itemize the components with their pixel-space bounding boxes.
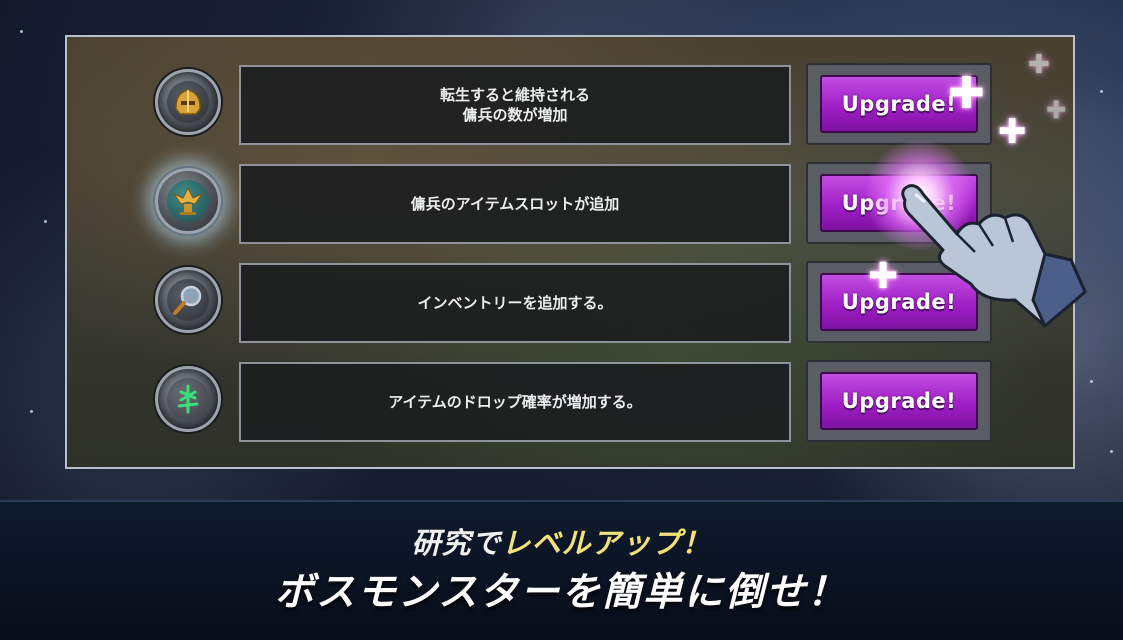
caption-highlight-text: レベルアップ！ [501, 526, 712, 560]
star-particle [1090, 380, 1093, 383]
research-row: アイテムのドロップ確率が増加する。 Upgrade! [67, 360, 1073, 448]
sparkle-icon: ✚ [868, 256, 899, 297]
star-particle [44, 220, 47, 223]
pointing-gauntlet-hand-icon [901, 184, 1087, 328]
green-rune-icon [155, 366, 221, 432]
description-line: インベントリーを追加する。 [417, 294, 613, 312]
caption-plain-text: 研究で [411, 526, 502, 560]
research-description: 傭兵のアイテムスロットが追加 [239, 164, 791, 244]
icon-inner [167, 378, 209, 420]
sparkle-icon: ✚ [1046, 96, 1067, 124]
sparkle-icon: ✚ [998, 112, 1027, 152]
icon-inner [167, 180, 209, 222]
description-line: 傭兵の数が増加 [462, 106, 568, 124]
golden-eagle-statue-icon [155, 168, 221, 234]
star-particle [1100, 90, 1103, 93]
description-line: アイテムのドロップ確率が増加する。 [388, 393, 642, 411]
upgrade-button[interactable]: Upgrade! [820, 372, 978, 430]
description-line: 転生すると維持される [439, 86, 590, 104]
star-particle [1110, 450, 1113, 453]
star-particle [20, 30, 23, 33]
research-description: アイテムのドロップ確率が増加する。 [239, 362, 791, 442]
sparkle-icon: ✚ [948, 68, 985, 119]
upgrade-button-frame: Upgrade! [806, 360, 992, 442]
icon-inner [167, 279, 209, 321]
caption-line-2: ボスモンスターを簡単に倒せ！ [274, 570, 849, 615]
icon-inner [167, 81, 209, 123]
golden-helmet-icon [155, 69, 221, 135]
sparkle-icon: ✚ [1028, 50, 1050, 80]
research-description: 転生すると維持される 傭兵の数が増加 [239, 65, 791, 145]
magnifying-glass-icon [155, 267, 221, 333]
description-line: 傭兵のアイテムスロットが追加 [410, 195, 620, 213]
star-particle [30, 410, 33, 413]
research-description: インベントリーを追加する。 [239, 263, 791, 343]
caption-line-1: 研究でレベルアップ！ [0, 520, 1123, 562]
research-row: 転生すると維持される 傭兵の数が増加 Upgrade! [67, 63, 1073, 151]
